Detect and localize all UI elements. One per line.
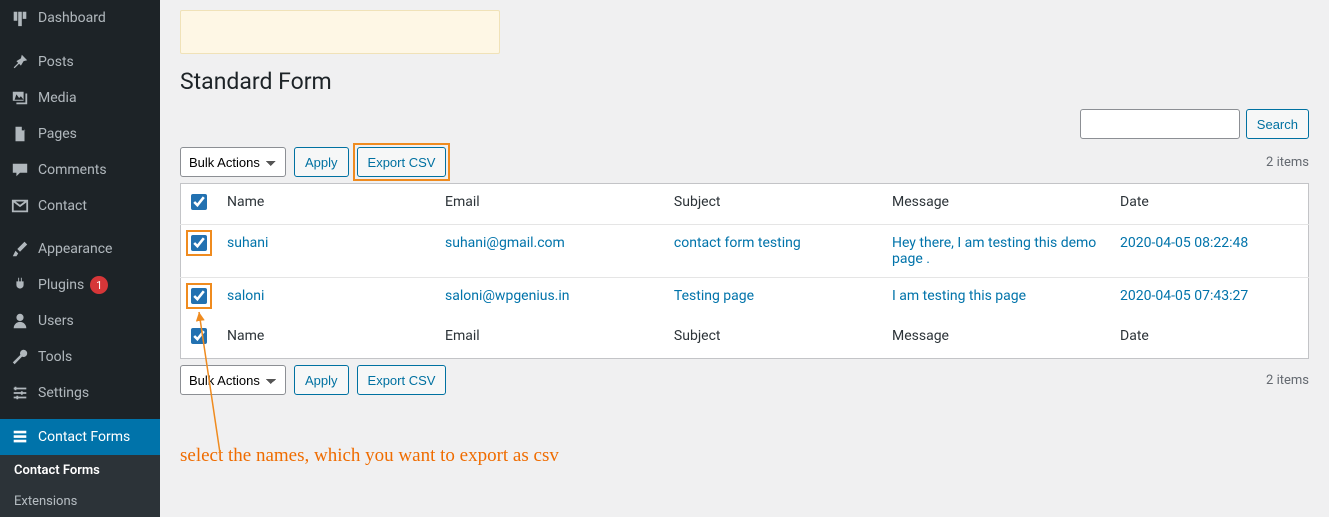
row-email: suhani@gmail.com [435,225,664,278]
row-name[interactable]: suhani [227,235,268,251]
column-header-name[interactable]: Name [217,184,435,225]
items-count-bottom: 2 items [1266,373,1309,388]
sidebar-item-appearance[interactable]: Appearance [0,231,160,267]
annotation-text: select the names, which you want to expo… [180,445,1309,467]
brush-icon [10,239,30,259]
forms-icon [10,427,30,447]
select-all-top[interactable] [191,194,207,210]
sidebar-submenu: Contact Forms Extensions [0,455,160,517]
row-message: Hey there, I am testing this demo page . [882,225,1110,278]
submenu-item-contact-forms[interactable]: Contact Forms [0,455,160,486]
row-subject: Testing page [664,278,882,319]
plugin-icon [10,275,30,295]
sidebar-item-users[interactable]: Users [0,303,160,339]
row-email: saloni@wpgenius.in [435,278,664,319]
menu-label: Posts [38,54,74,70]
menu-label: Appearance [38,241,112,257]
menu-label: Dashboard [38,10,106,26]
page-icon [10,124,30,144]
column-footer-name[interactable]: Name [217,318,435,359]
menu-label: Pages [38,126,77,142]
sidebar-item-posts[interactable]: Posts [0,44,160,80]
sidebar-item-contact[interactable]: Contact [0,188,160,224]
page-title: Standard Form [180,68,1309,95]
settings-icon [10,383,30,403]
search-button[interactable]: Search [1246,109,1309,139]
comment-icon [10,160,30,180]
menu-label: Comments [38,162,107,178]
admin-sidebar: Dashboard Posts Media Pages Comments Con… [0,0,160,517]
column-header-date[interactable]: Date [1110,184,1308,225]
search-input[interactable] [1080,109,1240,139]
user-icon [10,311,30,331]
submenu-item-extensions[interactable]: Extensions [0,486,160,517]
row-subject: contact form testing [664,225,882,278]
apply-button-top[interactable]: Apply [294,147,349,177]
sidebar-item-comments[interactable]: Comments [0,152,160,188]
menu-label: Media [38,90,77,106]
admin-notice [180,10,500,54]
export-csv-button-top[interactable]: Export CSV [357,147,447,177]
sidebar-item-contact-forms[interactable]: Contact Forms [0,419,160,455]
column-footer-date[interactable]: Date [1110,318,1308,359]
mail-icon [10,196,30,216]
column-header-message: Message [882,184,1110,225]
menu-label: Contact Forms [38,429,130,445]
menu-label: Tools [38,349,72,365]
sidebar-item-dashboard[interactable]: Dashboard [0,0,160,36]
sidebar-item-pages[interactable]: Pages [0,116,160,152]
menu-label: Settings [38,385,89,401]
bulk-actions-select-top[interactable]: Bulk Actions [180,147,286,177]
menu-label: Users [38,313,74,329]
row-checkbox[interactable] [191,288,207,304]
column-footer-email: Email [435,318,664,359]
row-date: 2020-04-05 07:43:27 [1110,278,1308,319]
export-csv-button-bottom[interactable]: Export CSV [357,365,447,395]
row-checkbox[interactable] [191,235,207,251]
sidebar-item-media[interactable]: Media [0,80,160,116]
main-content: Standard Form Search Bulk Actions Apply … [160,0,1329,517]
wrench-icon [10,347,30,367]
pin-icon [10,52,30,72]
row-date: 2020-04-05 08:22:48 [1110,225,1308,278]
table-row: saloni saloni@wpgenius.in Testing page I… [181,278,1309,319]
bulk-actions-select-bottom[interactable]: Bulk Actions [180,365,286,395]
column-footer-subject: Subject [664,318,882,359]
sidebar-item-settings[interactable]: Settings [0,375,160,411]
items-count-top: 2 items [1266,155,1309,170]
apply-button-bottom[interactable]: Apply [294,365,349,395]
update-badge: 1 [90,276,108,294]
column-header-email: Email [435,184,664,225]
row-name[interactable]: saloni [227,288,264,304]
row-message: I am testing this page [882,278,1110,319]
entries-table: Name Email Subject Message Date suhani s… [180,183,1309,359]
media-icon [10,88,30,108]
select-all-bottom[interactable] [191,328,207,344]
table-row: suhani suhani@gmail.com contact form tes… [181,225,1309,278]
sidebar-item-tools[interactable]: Tools [0,339,160,375]
sidebar-item-plugins[interactable]: Plugins 1 [0,267,160,303]
column-header-subject: Subject [664,184,882,225]
menu-label: Contact [38,198,87,214]
column-footer-message: Message [882,318,1110,359]
dashboard-icon [10,8,30,28]
menu-label: Plugins [38,277,84,293]
